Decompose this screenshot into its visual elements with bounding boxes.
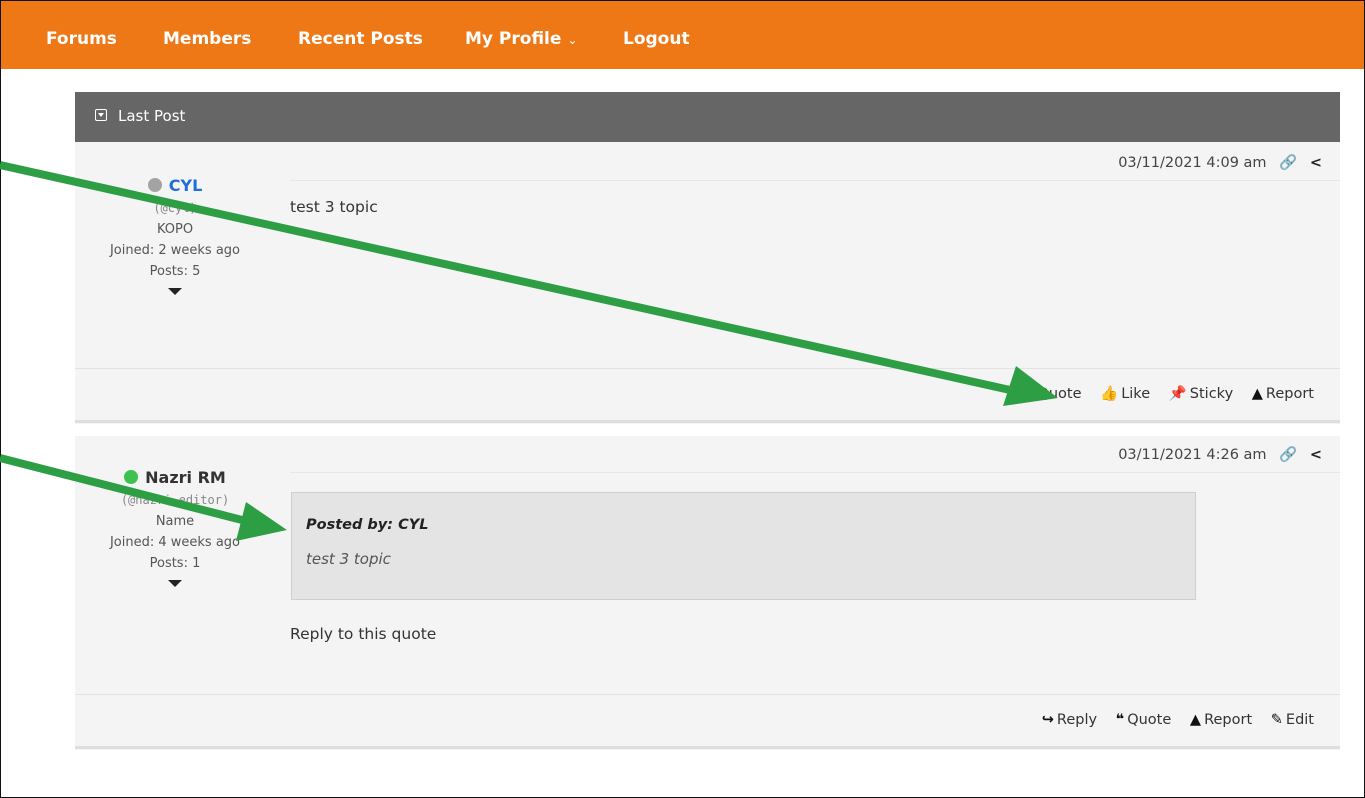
annotation-arrows bbox=[0, 161, 1058, 541]
arrow-to-quote-block bbox=[0, 454, 287, 541]
arrow-to-quote-button bbox=[0, 161, 1058, 406]
